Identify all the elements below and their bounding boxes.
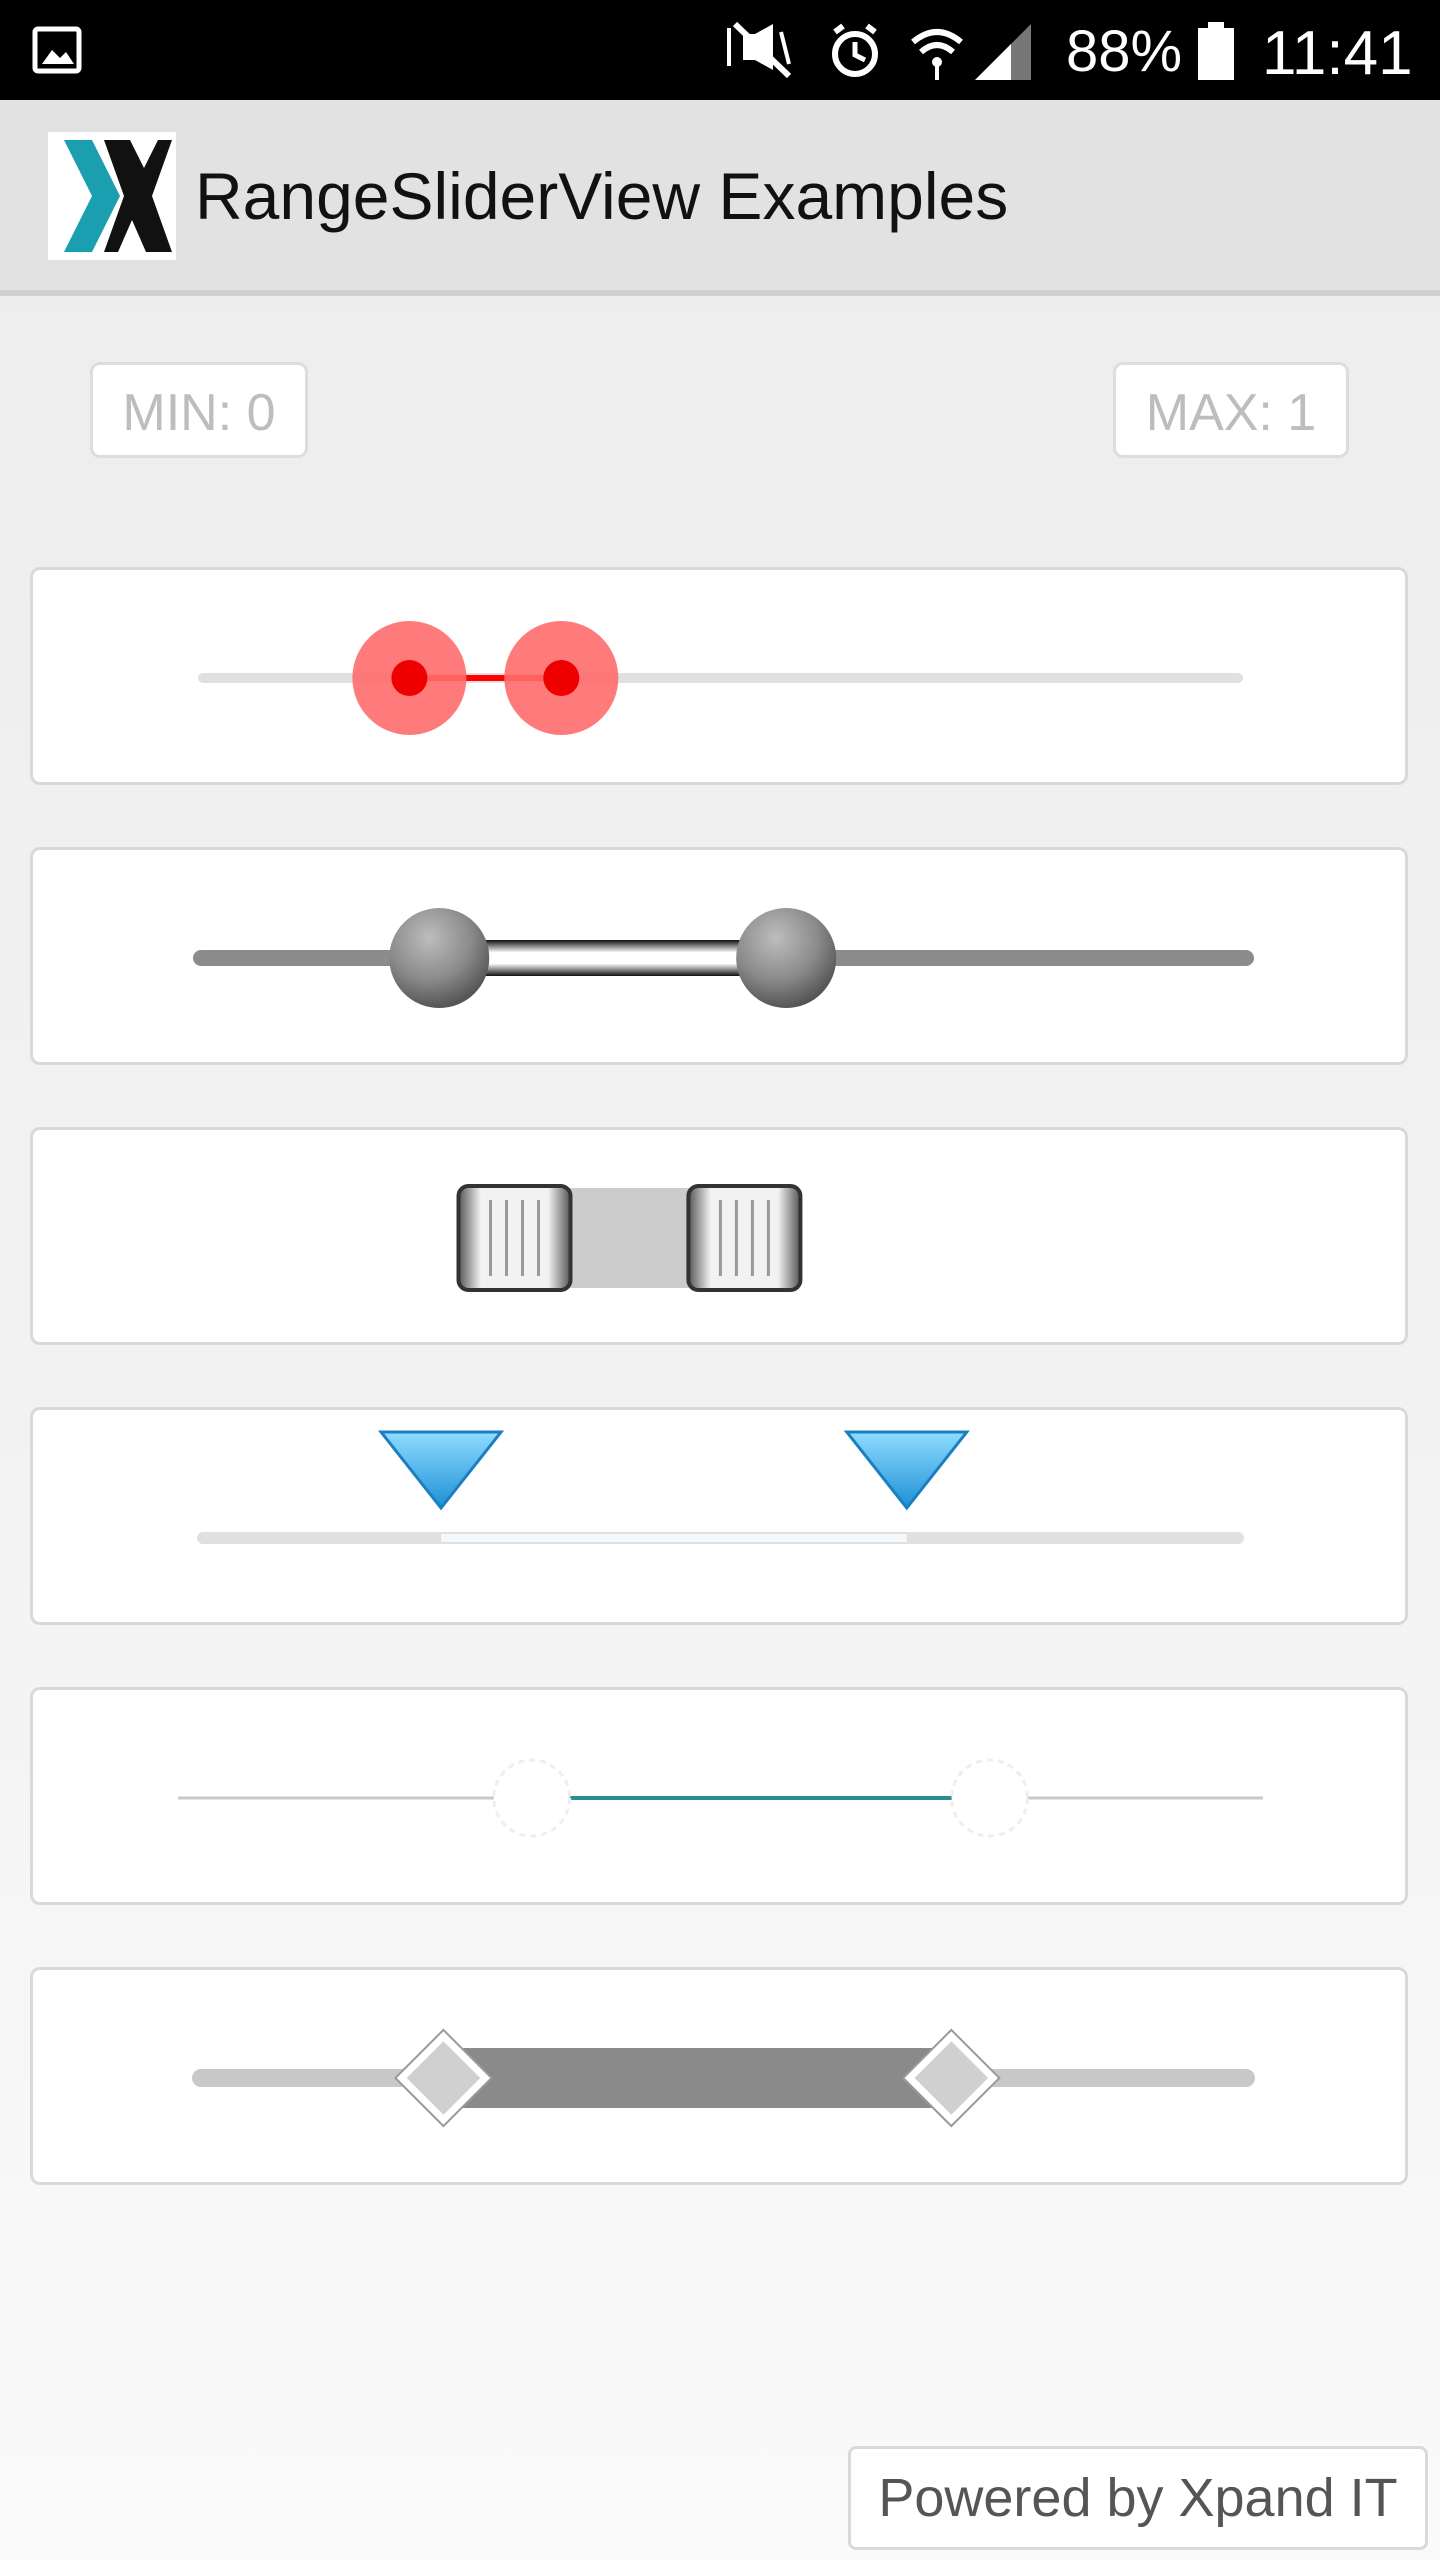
battery-percent: 88% <box>1066 19 1183 84</box>
mute-vibrate-icon <box>727 21 792 79</box>
signal-icon <box>975 24 1031 80</box>
system-status-icons <box>727 21 1031 80</box>
slider-card-square <box>30 1127 1408 1345</box>
xpand-logo-icon <box>48 132 176 260</box>
range-slider-diamond[interactable] <box>33 1970 1411 2188</box>
status-bar: 88% 11:41 <box>0 0 1440 100</box>
battery-icon <box>1198 22 1234 80</box>
clock: 11:41 <box>1262 19 1413 88</box>
slider-start-thumb[interactable] <box>492 1758 572 1838</box>
slider-card-red <box>30 567 1408 785</box>
max-value-label: MAX: 1 <box>1113 362 1349 458</box>
slider-start-thumb[interactable] <box>389 908 490 1008</box>
alarm-icon <box>832 23 878 77</box>
slider-start-thumb[interactable] <box>456 1184 573 1292</box>
slider-end-thumb[interactable] <box>686 1184 803 1292</box>
powered-by-label: Powered by Xpand IT <box>848 2446 1428 2550</box>
slider-card-thin <box>30 1687 1408 1905</box>
slider-end-thumb[interactable] <box>843 1430 970 1511</box>
range-slider-red[interactable] <box>33 570 1411 788</box>
slider-end-thumb[interactable] <box>901 2028 1001 2128</box>
slider-card-diamond <box>30 1967 1408 2185</box>
slider-end-thumb[interactable] <box>504 621 619 735</box>
range-slider-metal[interactable] <box>33 850 1411 1068</box>
slider-start-thumb[interactable] <box>377 1430 505 1511</box>
slider-card-metal <box>30 847 1408 1065</box>
selected-range-bar <box>439 940 787 976</box>
slider-card-triangle <box>30 1407 1408 1625</box>
slider-end-thumb[interactable] <box>736 908 837 1008</box>
selected-range-bar <box>443 2048 952 2108</box>
app-bar: RangeSliderView Examples <box>0 100 1440 296</box>
range-slider-square[interactable] <box>33 1130 1411 1348</box>
slider-start-thumb[interactable] <box>352 621 467 735</box>
slider-start-thumb[interactable] <box>393 2028 493 2128</box>
wifi-icon <box>911 29 963 80</box>
app-title: RangeSliderView Examples <box>195 159 1009 233</box>
gallery-icon <box>32 26 82 74</box>
range-slider-triangle[interactable] <box>33 1410 1411 1628</box>
range-slider-thin[interactable] <box>33 1690 1411 1908</box>
min-value-label: MIN: 0 <box>90 362 308 458</box>
slider-end-thumb[interactable] <box>950 1758 1030 1838</box>
